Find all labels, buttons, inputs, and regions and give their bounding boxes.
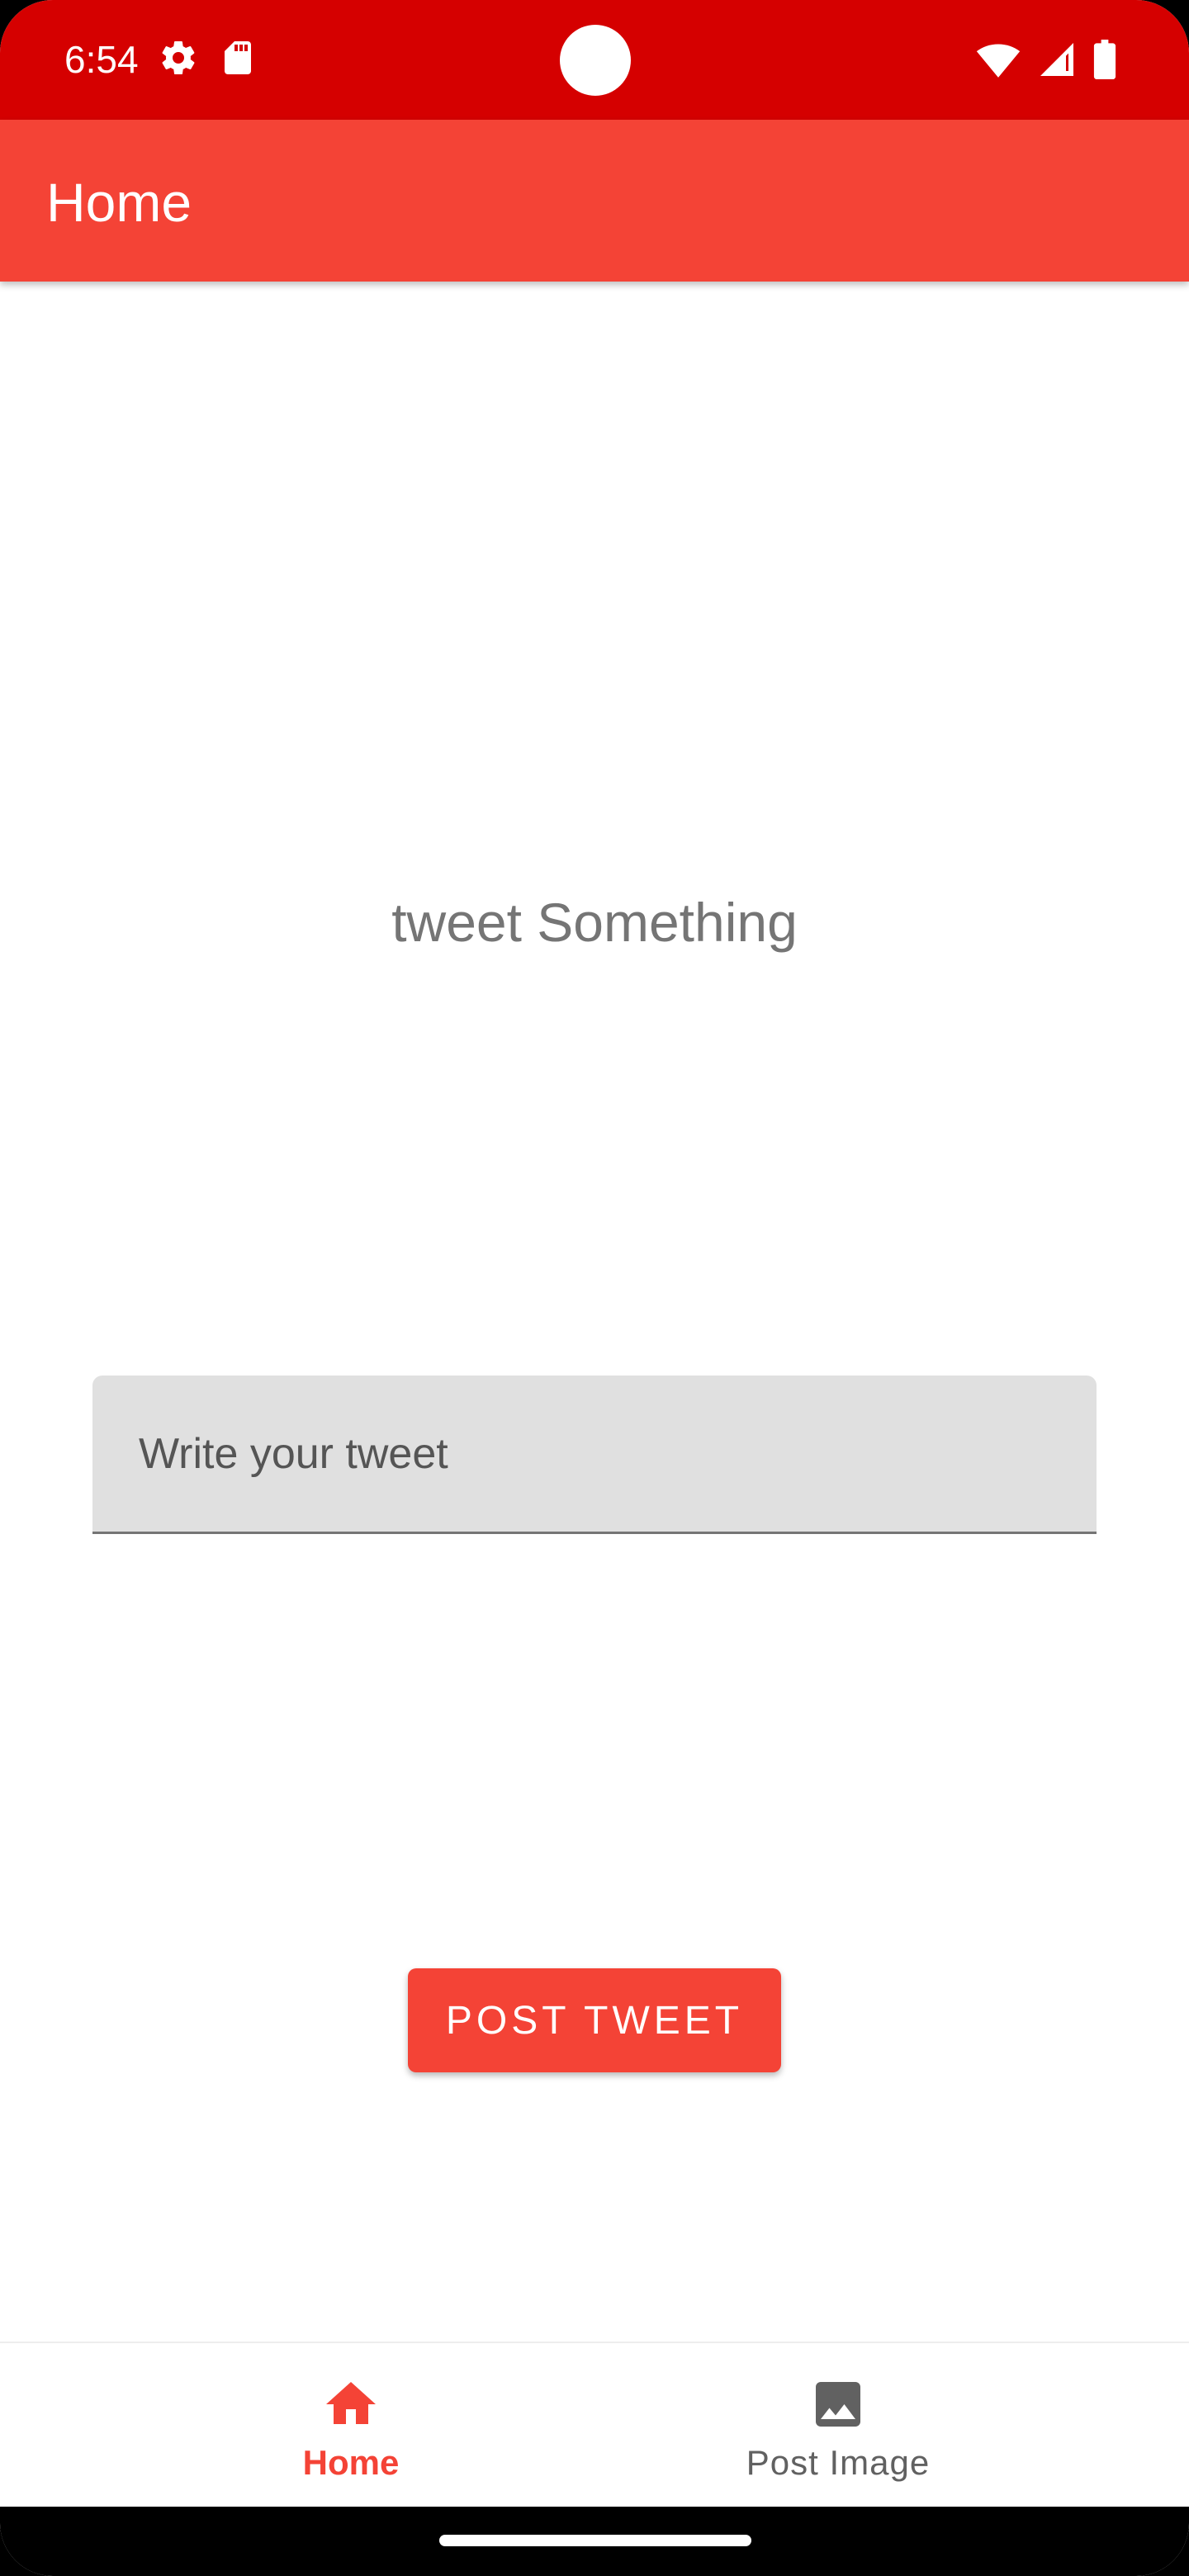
status-right-icons [976,40,1116,83]
wifi-icon [976,40,1021,83]
camera-cutout [560,25,631,96]
nav-label-post-image: Post Image [746,2443,931,2482]
bottom-navigation: Home Post Image [0,2342,1189,2507]
settings-gear-icon [159,38,198,82]
status-time: 6:54 [64,38,139,81]
home-icon [321,2375,381,2434]
nav-label-home: Home [302,2443,400,2482]
tweet-input[interactable] [92,1376,1097,1534]
image-icon [808,2375,868,2434]
phone-screen: 6:54 Home tweet Something Write your twe… [0,0,1189,2576]
status-left-icons [159,38,256,82]
sd-card-icon [220,38,256,82]
headline-text: tweet Something [391,892,798,953]
nav-item-home[interactable]: Home [107,2343,594,2507]
system-navigation-bar [0,2507,1189,2576]
battery-icon [1093,40,1116,83]
app-bar: Home [0,120,1189,282]
status-bar: 6:54 [0,0,1189,120]
nav-item-post-image[interactable]: Post Image [594,2343,1082,2507]
app-bar-title: Home [46,172,192,233]
cell-signal-icon [1037,40,1077,83]
post-tweet-button[interactable]: POST TWEET [408,1968,781,2072]
gesture-handle[interactable] [439,2535,751,2546]
